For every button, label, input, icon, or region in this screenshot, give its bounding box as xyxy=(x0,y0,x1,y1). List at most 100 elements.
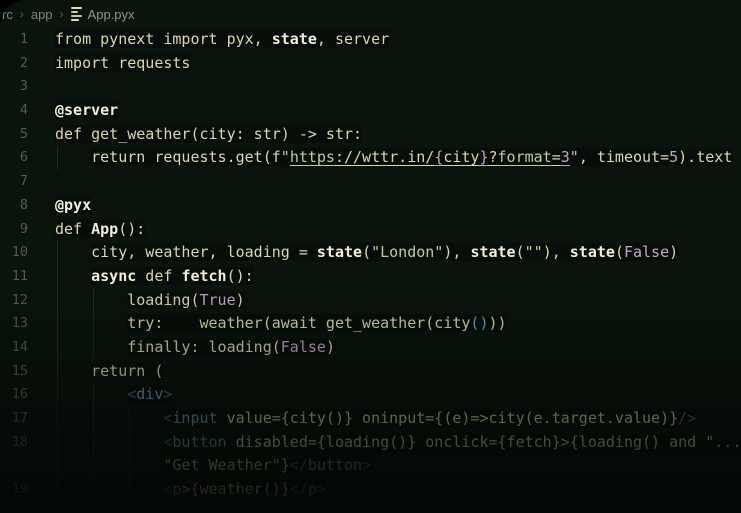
line-number: 18 xyxy=(11,433,28,450)
code-token: @server xyxy=(55,101,119,120)
indent-guide xyxy=(56,454,58,479)
chevron-right-icon: › xyxy=(59,7,64,21)
code-token: ) xyxy=(669,243,679,262)
code-line[interactable]: 7 xyxy=(0,170,741,194)
line-number: 15 xyxy=(11,362,28,379)
code-token: () xyxy=(470,314,489,333)
line-number: 17 xyxy=(11,410,28,426)
code-token: "" xyxy=(524,243,543,262)
indent-guide xyxy=(92,312,94,336)
indent-guide xyxy=(56,241,58,265)
code-token: "... xyxy=(705,432,741,451)
indent-guide xyxy=(56,478,58,502)
line-number: 8 xyxy=(19,196,28,213)
code-token: def xyxy=(136,266,182,285)
code-line-content: return requests.get(f"https://wttr.in/{c… xyxy=(55,146,733,171)
code-token: state xyxy=(569,243,615,262)
code-line[interactable]: 17 <input value={city()} oninput={(e)=>c… xyxy=(0,407,741,431)
code-line[interactable]: 3 xyxy=(0,75,741,99)
code-line[interactable]: 13 try: weather(await get_weather(city()… xyxy=(0,312,741,336)
indent-guide xyxy=(92,335,94,360)
chevron-right-icon: › xyxy=(19,7,24,21)
code-token: ), xyxy=(542,243,570,262)
code-token: (): xyxy=(118,219,146,238)
code-line[interactable]: 9 def App(): xyxy=(0,218,741,242)
code-line[interactable]: 8 @pyx xyxy=(0,194,741,218)
code-token: value={city()} oninput={(e)=>city(e.targ… xyxy=(217,409,679,427)
code-token: { xyxy=(434,148,444,167)
code-token: fetch xyxy=(181,266,227,285)
code-line[interactable]: 1 from pynext import pyx, state, server xyxy=(0,28,741,52)
code-editor[interactable]: 1 from pynext import pyx, state, server 2 i… xyxy=(0,28,741,502)
code-token: format xyxy=(497,148,552,167)
code-line-content: loading(True) xyxy=(55,288,245,313)
code-line[interactable]: 12 loading(True) xyxy=(0,288,741,313)
code-line[interactable]: 5 def get_weather(city: str) -> str: xyxy=(0,123,741,147)
code-line-content: from pynext import pyx, state, server xyxy=(55,28,390,52)
indent-guide xyxy=(92,454,94,479)
code-token: "London" xyxy=(371,243,444,262)
code-token: async xyxy=(91,266,137,285)
indent-guide xyxy=(92,407,94,431)
code-token: > xyxy=(316,480,326,499)
indent-guide xyxy=(128,454,130,479)
indent-guide xyxy=(128,407,130,431)
indent-guide xyxy=(56,383,58,407)
code-line[interactable]: 2 import requests xyxy=(0,52,741,76)
code-line[interactable]: 18 <button disabled={loading()} onclick=… xyxy=(0,430,741,455)
code-token: , timeout= xyxy=(578,148,670,167)
code-token: @pyx xyxy=(55,195,92,214)
indent-guide xyxy=(56,312,58,336)
code-token: App xyxy=(91,219,119,238)
code-token: def get_weather(city: str) -> str: xyxy=(55,124,363,143)
line-number: 14 xyxy=(11,338,28,355)
code-line-content: <div> xyxy=(55,383,173,407)
bottom-bar xyxy=(0,500,741,513)
code-token: False xyxy=(280,337,326,356)
line-number: 12 xyxy=(11,291,28,308)
code-line[interactable]: "Get Weather"}</button> xyxy=(0,454,741,479)
pyx-file-icon xyxy=(70,7,82,21)
breadcrumb-item-file[interactable]: App.pyx xyxy=(88,7,135,22)
code-token: } xyxy=(280,456,290,475)
code-token: > xyxy=(362,456,372,475)
code-line[interactable]: 6 return requests.get(f"https://wttr.in/… xyxy=(0,146,741,171)
code-line-content: def get_weather(city: str) -> str: xyxy=(55,123,363,147)
line-number: 19 xyxy=(11,481,28,498)
breadcrumb-item-app[interactable]: app xyxy=(31,7,53,22)
line-number: 6 xyxy=(19,149,28,166)
code-token: < xyxy=(127,385,137,404)
breadcrumb-item-src[interactable]: rc xyxy=(2,7,13,22)
code-line-content: city, weather, loading = state ( "London")… xyxy=(55,241,679,265)
code-line-content: @server xyxy=(55,99,119,123)
code-token: city, weather, loading = xyxy=(91,243,317,262)
code-line[interactable]: 10 city, weather, loading = state("Londo… xyxy=(0,241,741,265)
code-token: input xyxy=(172,409,218,427)
line-number: 2 xyxy=(19,54,28,71)
code-line[interactable]: 15 return ( xyxy=(0,359,741,384)
indent-guide xyxy=(56,288,58,313)
code-token: </ xyxy=(289,480,308,499)
code-line[interactable]: 11 async def fetch(): xyxy=(0,264,741,289)
line-number: 5 xyxy=(19,125,28,142)
code-token: state xyxy=(316,243,363,262)
code-token: import requests xyxy=(55,53,191,72)
indent-guide xyxy=(128,478,130,502)
code-line[interactable]: 19 <p>{weather()}</p> xyxy=(0,478,741,502)
indent-guide xyxy=(92,478,94,502)
indent-guide xyxy=(56,359,58,384)
code-line-content: <p>{weather()}</p> xyxy=(55,478,326,502)
code-token: ) xyxy=(235,290,245,309)
code-token: button xyxy=(172,432,227,451)
code-token: return requests.get(f xyxy=(91,148,281,167)
code-token: https xyxy=(289,148,335,167)
breadcrumb: rc › app › App.pyx xyxy=(0,0,741,28)
code-line[interactable]: 4 @server xyxy=(0,99,741,123)
indent-guide xyxy=(56,407,58,431)
code-line[interactable]: 14 finally: loading(False) xyxy=(0,335,741,360)
code-token: )) xyxy=(488,314,507,333)
line-number: 4 xyxy=(19,102,28,119)
code-token: ( xyxy=(515,243,525,262)
code-line-content: async def fetch(): xyxy=(55,264,254,289)
code-line[interactable]: 16 <div> xyxy=(0,383,741,407)
